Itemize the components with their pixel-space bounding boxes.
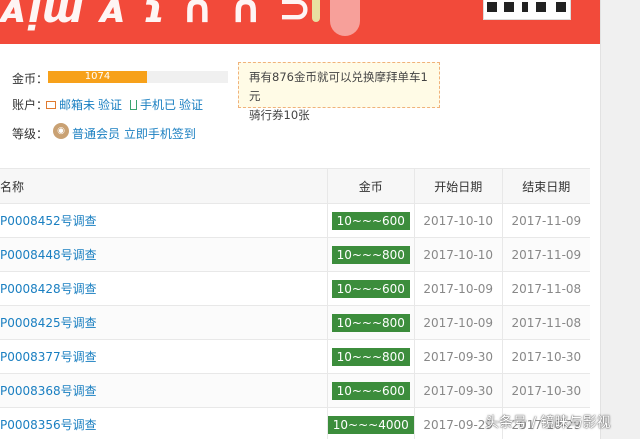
level-name: 普通会员 <box>72 127 121 141</box>
end-date: 2017-10-30 <box>501 339 590 374</box>
email-verify-link[interactable]: 验证 <box>98 96 122 113</box>
end-date: 2017-11-08 <box>501 305 590 340</box>
watermark-text: 头条号 / 镜睐与影视 <box>485 415 611 431</box>
coin-range-badge: 10~~~600 <box>331 279 410 298</box>
end-date: 2017-10-30 <box>501 373 590 408</box>
header-coin: 金币 <box>326 168 415 204</box>
table-row: P0008428号调查 10~~~600 2017-10-09 2017-11-… <box>0 271 590 306</box>
coin-range-badge: 10~~~4000 <box>327 415 414 434</box>
coin-range-badge: 10~~~600 <box>331 381 410 400</box>
coin-progress-fill: 1074 <box>48 71 147 83</box>
survey-name-link[interactable]: P0008452号调查 <box>0 214 97 228</box>
phone-icon <box>130 99 137 110</box>
start-date: 2017-10-09 <box>413 305 503 340</box>
header-end-date: 结束日期 <box>501 168 590 204</box>
coin-range-badge: 10~~~800 <box>331 313 410 332</box>
promo-banner[interactable]: ᴀᴉɯ ᴀ ɿ ∩ ∩ ⊃ <box>0 0 600 44</box>
level-info[interactable]: 普通会员 立即手机签到 <box>72 125 196 142</box>
start-date: 2017-09-30 <box>413 339 503 374</box>
coin-progress-bar: 1074 <box>48 71 228 83</box>
header-name: 名称 <box>0 168 328 204</box>
table-row: P0008368号调查 10~~~600 2017-09-30 2017-10-… <box>0 373 590 408</box>
survey-name-link[interactable]: P0008428号调查 <box>0 282 97 296</box>
tip-line-2: 骑行券10张 <box>249 108 310 122</box>
end-date: 2017-11-09 <box>501 203 590 238</box>
table-row: P0008448号调查 10~~~800 2017-10-10 2017-11-… <box>0 237 590 272</box>
phone-status-text: 手机已 <box>140 98 177 112</box>
coin-range-badge: 10~~~800 <box>331 347 410 366</box>
survey-table: 名称 金币 开始日期 结束日期 P0008452号调查 10~~~600 201… <box>0 168 590 439</box>
start-date: 2017-09-30 <box>413 373 503 408</box>
account-label: 账户： <box>12 98 49 112</box>
banner-headline: ᴀᴉɯ ᴀ ɿ ∩ ∩ ⊃ <box>0 0 313 32</box>
phone-verify-link[interactable]: 验证 <box>179 96 203 113</box>
header-start-date: 开始日期 <box>413 168 503 204</box>
phone-checkin-link[interactable]: 立即手机签到 <box>124 127 196 141</box>
mail-icon <box>46 100 56 109</box>
banner-decoration-stick <box>312 0 320 22</box>
table-row: P0008377号调查 10~~~800 2017-09-30 2017-10-… <box>0 339 590 374</box>
tip-line-1: 再有876金币就可以兑换摩拜单车1元 <box>249 70 428 103</box>
qr-code-icon <box>483 0 571 20</box>
table-row: P0008452号调查 10~~~600 2017-10-10 2017-11-… <box>0 203 590 238</box>
survey-name-link[interactable]: P0008425号调查 <box>0 316 97 330</box>
end-date: 2017-11-08 <box>501 271 590 306</box>
page-scrollbar[interactable] <box>600 0 640 439</box>
coin-range-badge: 10~~~800 <box>331 245 410 264</box>
phone-status[interactable]: 手机已 验证 <box>130 96 203 113</box>
survey-name-link[interactable]: P0008448号调查 <box>0 248 97 262</box>
table-header-row: 名称 金币 开始日期 结束日期 <box>0 168 590 204</box>
survey-name-link[interactable]: P0008368号调查 <box>0 384 97 398</box>
start-date: 2017-10-09 <box>413 271 503 306</box>
coin-exchange-tip: 再有876金币就可以兑换摩拜单车1元 骑行券10张 <box>238 62 440 122</box>
email-status-text: 邮箱未 <box>59 98 96 112</box>
coin-label: 金币： <box>12 72 49 86</box>
email-status[interactable]: 邮箱未 验证 <box>46 96 122 113</box>
coin-range-badge: 10~~~600 <box>331 211 410 230</box>
survey-name-link[interactable]: P0008356号调查 <box>0 418 97 432</box>
member-badge-icon: ◉ <box>53 123 69 139</box>
start-date: 2017-10-10 <box>413 203 503 238</box>
end-date: 2017-11-09 <box>501 237 590 272</box>
survey-name-link[interactable]: P0008377号调查 <box>0 350 97 364</box>
start-date: 2017-10-10 <box>413 237 503 272</box>
table-row: P0008425号调查 10~~~800 2017-10-09 2017-11-… <box>0 305 590 340</box>
banner-decoration-mascot <box>330 0 360 36</box>
level-label: 等级： <box>12 127 49 141</box>
